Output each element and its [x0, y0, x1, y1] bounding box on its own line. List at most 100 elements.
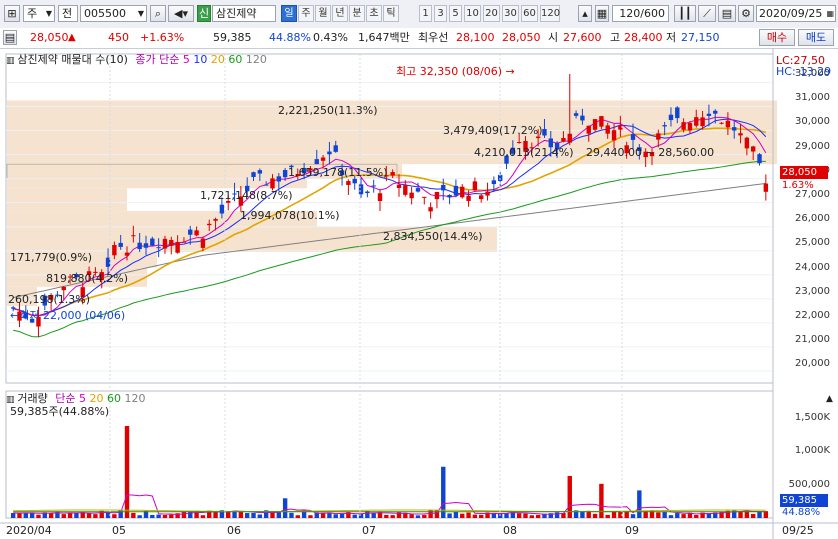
volume-bar	[605, 514, 610, 518]
volume-bar	[624, 511, 629, 518]
chart-settings-icon[interactable]: ▤	[718, 5, 736, 22]
volume-bar	[257, 514, 263, 518]
candle-body	[371, 185, 376, 187]
volume-bar	[55, 511, 60, 518]
candle-body	[700, 117, 705, 127]
profile-label: 1,659,178(11.5%)	[288, 166, 388, 179]
type-select-value: 전	[62, 7, 73, 20]
minute-tab[interactable]: 120	[540, 5, 560, 22]
volume-bar	[339, 513, 345, 518]
chart-canvas[interactable]	[0, 48, 838, 539]
volume-bar	[61, 514, 66, 518]
line-tool-icon[interactable]: ⟋	[698, 5, 716, 22]
volume-bar	[169, 514, 174, 518]
candle-body	[61, 286, 66, 291]
candle-body	[485, 191, 490, 196]
quote-menu-icon[interactable]: ▤	[3, 30, 17, 45]
price-tick: 30,000	[795, 116, 830, 128]
candle-body	[479, 195, 484, 200]
profile-label: 2,834,550(14.4%)	[383, 230, 483, 243]
candle-body	[396, 184, 402, 189]
candle-body	[352, 178, 357, 184]
best-ask: 28,100	[456, 31, 495, 44]
x-tick: 06	[227, 524, 241, 537]
stock-name: 삼진제약	[212, 5, 276, 22]
count-value: 120	[619, 7, 641, 20]
candle-body	[738, 133, 743, 136]
candle-body	[112, 245, 117, 256]
period-tab[interactable]: 틱	[383, 5, 399, 22]
right-arrow-icon: →	[505, 65, 515, 78]
period-tab[interactable]: 초	[366, 5, 382, 22]
minute-tab[interactable]: 3	[434, 5, 447, 22]
candle-body	[118, 242, 123, 247]
candle-body	[188, 229, 193, 235]
hc-value: HC:-13,29	[776, 65, 832, 78]
candle-body	[434, 191, 440, 200]
minute-spin-icon[interactable]: ▴	[578, 5, 592, 22]
buy-button[interactable]: 매수	[759, 29, 795, 46]
chart-area[interactable]: ▥ 삼진제약 매물대 수(10) 종가 단순 5 10 20 60 120 2,…	[0, 48, 838, 539]
volume-bar	[10, 513, 16, 518]
candle-body	[592, 119, 598, 130]
panel-scroll-icon[interactable]: ▲	[826, 393, 833, 406]
profile-label: 819,880(4.2%)	[46, 272, 129, 285]
candle-body	[725, 120, 731, 128]
speaker-icon[interactable]: ◀▾	[168, 5, 194, 22]
candle-body	[131, 235, 136, 237]
code-input[interactable]: 005500 ▼	[80, 5, 147, 22]
up-arrow-icon: ▲	[68, 32, 76, 43]
count-input[interactable]: 120/600	[612, 5, 669, 22]
price-tick: 25,000	[795, 237, 830, 249]
profile-label: 4,210,013(21.4%)	[474, 146, 574, 159]
price-tick: 24,000	[795, 261, 830, 273]
vol-tick: 500,000	[788, 479, 830, 490]
minute-tab[interactable]: 20	[483, 5, 500, 22]
period-tab[interactable]: 년	[332, 5, 348, 22]
period-tab[interactable]: 일	[281, 5, 297, 22]
best-ask-label: 최우선	[418, 31, 449, 44]
candle-body	[422, 196, 427, 198]
date-input[interactable]: 2020/09/25 ▦	[756, 5, 836, 22]
candle-body	[403, 185, 408, 195]
volume-value-line: 59,385주(44.88%)	[10, 405, 110, 418]
period-tab[interactable]: 월	[315, 5, 331, 22]
volume-menu-icon[interactable]: ▥	[6, 395, 17, 405]
minute-tab[interactable]: 30	[502, 5, 519, 22]
profile-label: 171,779(0.9%)	[10, 251, 93, 264]
market-select[interactable]: 주 ▼	[23, 5, 55, 22]
minute-tab[interactable]: 5	[449, 5, 462, 22]
date-value: 2020/09/25	[759, 7, 823, 20]
period-tab[interactable]: 주	[298, 5, 314, 22]
candle-body	[713, 110, 718, 114]
minute-tab[interactable]: 60	[521, 5, 538, 22]
type-select[interactable]: 전	[58, 5, 78, 22]
sell-button[interactable]: 매도	[798, 29, 834, 46]
volume-profile-band	[7, 178, 307, 189]
chart-menu-icon[interactable]: ⊞	[4, 5, 20, 22]
pattern-icon[interactable]: ▦	[595, 5, 609, 22]
price-menu-icon[interactable]: ▥	[6, 56, 17, 66]
minute-tab[interactable]: 10	[464, 5, 481, 22]
volume-bar	[529, 515, 535, 518]
volume-bar	[48, 513, 54, 518]
volume-bar	[523, 513, 528, 518]
x-tick: 09	[625, 524, 639, 537]
period-tab[interactable]: 분	[349, 5, 365, 22]
x-tick: 08	[503, 524, 517, 537]
candle-body	[181, 241, 187, 243]
gear-icon[interactable]: ⚙	[738, 5, 754, 22]
left-arrow-icon: ←	[10, 309, 20, 322]
candle-body	[586, 125, 591, 134]
volume-bar	[251, 512, 256, 518]
volume-value: 59,385	[213, 31, 252, 44]
candle-type-icon[interactable]: ┃┃	[674, 5, 696, 22]
volume-bar	[453, 511, 459, 518]
search-icon[interactable]: ⌕	[150, 5, 166, 22]
minute-tab[interactable]: 1	[419, 5, 432, 22]
volume-bar	[535, 514, 541, 518]
candle-body	[447, 194, 452, 198]
volume-bar	[150, 514, 155, 518]
volume-bar	[694, 515, 699, 518]
vma5-label: 5	[79, 392, 86, 405]
